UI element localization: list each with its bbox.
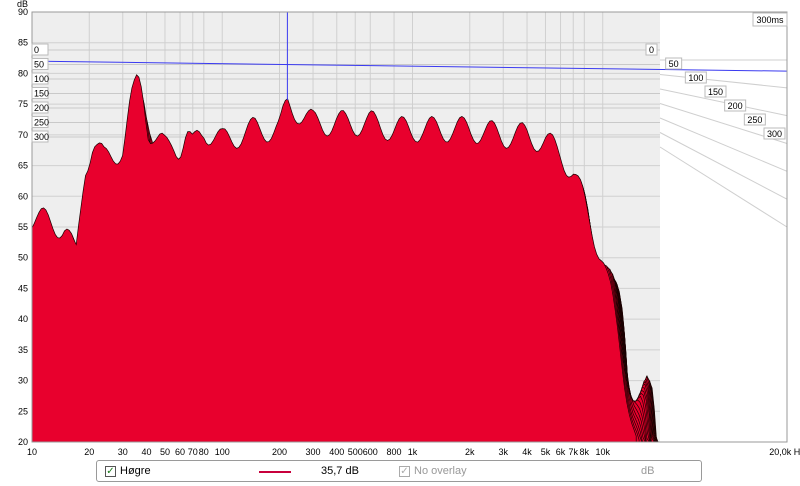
y-tick-label: 85 [18,38,28,48]
y-tick-label: 35 [18,345,28,355]
x-tick-label: 6k [556,447,566,457]
x-tick-label: 200 [272,447,287,457]
x-tick-label: 1k [408,447,418,457]
svg-text:300ms: 300ms [756,15,784,25]
time-tick-label-left: 250 [34,118,49,128]
x-tick-label: 100 [215,447,230,457]
x-tick-label: 2k [465,447,475,457]
y-tick-label: 40 [18,314,28,324]
time-tick-label-left: 300 [34,132,49,142]
cursor-value: 35,7 dB [321,465,359,477]
time-tick-label-left: 100 [34,74,49,84]
x-tick-label: 400 [329,447,344,457]
time-tick-label-left: 50 [34,60,44,70]
time-tick-label-right: 50 [669,59,679,69]
y-tick-label: 25 [18,406,28,416]
time-max-badge: 300ms [752,12,788,27]
y-tick-label: 30 [18,376,28,386]
x-tick-label: 60 [175,447,185,457]
time-tick-label-left: 200 [34,103,49,113]
x-tick-label: 500 [348,447,363,457]
x-tick-label: 40 [142,447,152,457]
y-tick-label: 80 [18,68,28,78]
x-tick-label: 20 [84,447,94,457]
y-tick-label: 20 [18,437,28,447]
x-tick-label: 50 [160,447,170,457]
time-tick-label-right: 0 [649,45,654,55]
y-tick-label: 60 [18,191,28,201]
x-tick-labels: 10 20 30 40 50 60 70 80 100 200 300 400 500 600 800 1k 2… [27,447,800,457]
x-tick-label: 3k [498,447,508,457]
x-tick-label: 10k [595,447,610,457]
x-tick-label: 7k [569,447,579,457]
x-tick-label: 80 [199,447,209,457]
y-tick-label: 75 [18,99,28,109]
channel-checkbox[interactable]: ✓ [105,466,116,477]
channel-label: Høgre [120,465,151,477]
y-tick-label: 45 [18,283,28,293]
time-tick-label-right: 150 [708,87,723,97]
time-tick-label-left: 150 [34,89,49,99]
legend-bar: ✓ Høgre 35,7 dB ✓ No overlay dB [96,460,702,482]
time-tick-label-left: 0 [34,45,39,55]
channel-line-swatch [259,471,291,473]
x-tick-label: 10 [27,447,37,457]
overlay-checkbox[interactable]: ✓ [399,466,410,477]
y-tick-label: 55 [18,222,28,232]
time-tick-label-right: 250 [747,115,762,125]
x-tick-label: 30 [118,447,128,457]
overlay-label: No overlay [414,465,467,477]
x-tick-label: 800 [387,447,402,457]
time-tick-label-right: 200 [728,101,743,111]
x-tick-label: 5k [541,447,551,457]
y-axis-label: dB [17,0,28,9]
x-tick-label: 8k [580,447,590,457]
x-tick-label: 20,0k Hz [769,447,800,457]
time-tick-label-right: 300 [767,129,782,139]
x-tick-label: 300 [305,447,320,457]
x-tick-label: 70 [188,447,198,457]
unit-label: dB [641,465,655,477]
y-tick-label: 50 [18,253,28,263]
x-tick-label: 4k [522,447,532,457]
y-tick-label: 65 [18,161,28,171]
x-tick-label: 600 [363,447,378,457]
y-tick-label: 70 [18,130,28,140]
time-tick-label-right: 100 [688,73,703,83]
y-tick-labels: 908580757065605550454035302520 [18,7,28,447]
waterfall-chart: 908580757065605550454035302520 10 20 30 40 5… [17,0,800,457]
